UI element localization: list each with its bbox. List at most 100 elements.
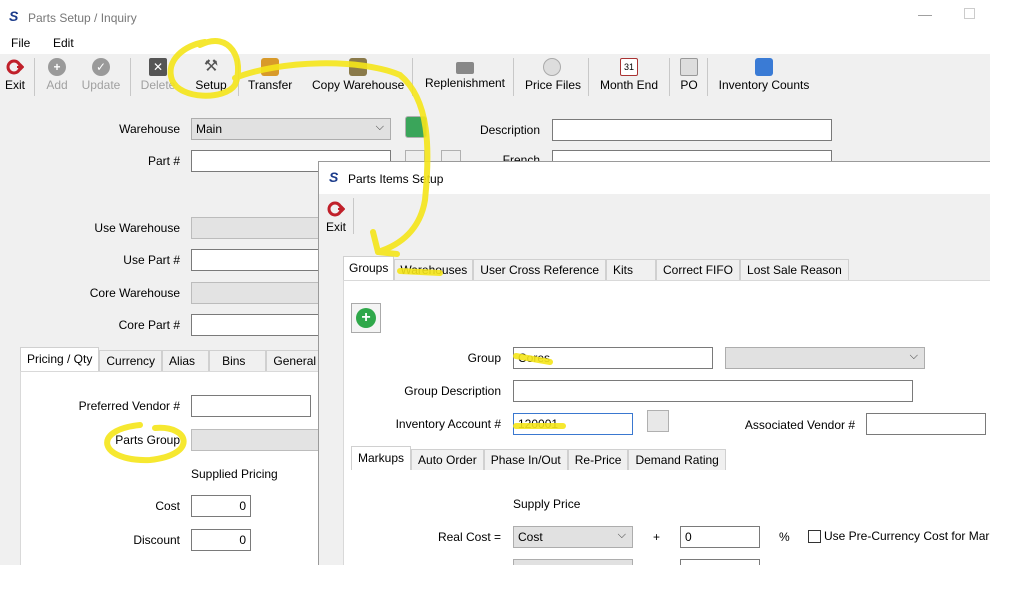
- use-part-input[interactable]: [191, 249, 321, 271]
- preferred-vendor-input[interactable]: [191, 395, 311, 417]
- tab-lost-sale-reason[interactable]: Lost Sale Reason: [740, 259, 849, 280]
- part-label: Part #: [147, 154, 180, 168]
- real-cost-select-2[interactable]: [513, 559, 633, 565]
- transfer-icon: [261, 58, 279, 76]
- supply-price-label: Supply Price: [513, 497, 581, 511]
- menu-bar: File Edit: [0, 34, 990, 54]
- tab-pricing-qty[interactable]: Pricing / Qty: [20, 347, 100, 371]
- markup-input-2[interactable]: [680, 559, 760, 565]
- replenishment-button[interactable]: Replenishment: [424, 58, 506, 90]
- description-label: Description: [479, 123, 540, 137]
- menu-file[interactable]: File: [11, 36, 30, 50]
- description-input[interactable]: [552, 119, 832, 141]
- associated-vendor-label: Associated Vendor #: [744, 418, 855, 432]
- core-warehouse-label: Core Warehouse: [89, 286, 180, 300]
- month-end-label: Month End: [599, 78, 659, 92]
- delete-button[interactable]: ✕ Delete: [140, 58, 176, 92]
- update-button[interactable]: ✓ Update: [80, 58, 122, 92]
- delete-label: Delete: [140, 78, 176, 92]
- tab-correct-fifo[interactable]: Correct FIFO: [656, 259, 741, 280]
- inventory-account-input[interactable]: 120001: [513, 413, 633, 435]
- maximize-icon[interactable]: [964, 8, 975, 19]
- tab-demand-rating[interactable]: Demand Rating: [628, 449, 726, 470]
- core-warehouse-input[interactable]: [191, 282, 321, 304]
- add-group-button[interactable]: +: [351, 303, 381, 333]
- disc-icon: [543, 58, 561, 76]
- po-button[interactable]: PO: [679, 58, 699, 92]
- minimize-icon[interactable]: —: [918, 6, 932, 22]
- group-description-input[interactable]: [513, 380, 913, 402]
- chevron-down-icon: ⌵: [909, 350, 918, 362]
- associated-vendor-input[interactable]: [866, 413, 986, 435]
- exit-icon: [6, 59, 24, 75]
- tab-warehouses[interactable]: Warehouses: [394, 259, 474, 280]
- group-select[interactable]: ⌵: [725, 347, 925, 369]
- tab-auto-order[interactable]: Auto Order: [411, 449, 484, 470]
- warehouse-select[interactable]: Main ⌵: [191, 118, 391, 140]
- group-description-label: Group Description: [404, 384, 501, 398]
- core-part-input[interactable]: [191, 314, 321, 336]
- use-warehouse-label: Use Warehouse: [94, 221, 180, 235]
- truck-icon: [456, 62, 474, 74]
- chevron-down-icon: ⌵: [375, 121, 384, 133]
- tab-markups[interactable]: Markups: [351, 446, 412, 470]
- update-label: Update: [81, 78, 121, 92]
- warehouse-label: Warehouse: [119, 122, 180, 136]
- markup-input[interactable]: 0: [680, 526, 760, 548]
- search-icon[interactable]: [647, 410, 669, 432]
- add-icon: +: [48, 58, 66, 76]
- menu-edit[interactable]: Edit: [53, 36, 74, 50]
- parts-group-select[interactable]: [191, 429, 321, 451]
- parts-group-label: Parts Group: [115, 433, 180, 447]
- inventory-counts-button[interactable]: Inventory Counts: [718, 58, 810, 92]
- transfer-button[interactable]: Transfer: [248, 58, 292, 92]
- tab-currency[interactable]: Currency: [99, 350, 163, 371]
- tab-kits[interactable]: Kits: [606, 259, 657, 280]
- setup-button[interactable]: ⚒ Setup: [194, 58, 228, 92]
- tab-alias[interactable]: Alias: [162, 350, 210, 371]
- window-title: Parts Setup / Inquiry: [28, 11, 137, 25]
- copy-warehouse-label: Copy Warehouse: [312, 78, 405, 92]
- plus-sign: +: [653, 530, 661, 544]
- child-exit-button[interactable]: Exit: [325, 200, 347, 234]
- copy-warehouse-button[interactable]: Copy Warehouse: [312, 58, 404, 92]
- exit-button[interactable]: Exit: [4, 58, 26, 92]
- tab-user-cross-reference[interactable]: User Cross Reference: [473, 259, 606, 280]
- po-icon: [680, 58, 698, 76]
- tools-icon: ⚒: [203, 58, 219, 75]
- use-warehouse-input[interactable]: [191, 217, 321, 239]
- inventory-counts-label: Inventory Counts: [718, 78, 810, 92]
- parts-setup-window: S Parts Setup / Inquiry — File Edit Exit…: [0, 0, 990, 565]
- replenishment-label: Replenishment: [424, 76, 506, 90]
- child-title-bar: S Parts Items Setup: [319, 162, 990, 194]
- inventory-account-label: Inventory Account #: [395, 417, 501, 431]
- tab-re-price[interactable]: Re-Price: [567, 449, 629, 470]
- add-label: Add: [46, 78, 68, 92]
- precurrency-label: Use Pre-Currency Cost for Mark: [824, 529, 990, 543]
- tab-general[interactable]: General: [266, 350, 324, 371]
- preferred-vendor-label: Preferred Vendor #: [78, 399, 180, 413]
- child-tabs: Groups Warehouses User Cross Reference K…: [343, 256, 849, 280]
- cost-input[interactable]: 0: [191, 495, 251, 517]
- child-window-title: Parts Items Setup: [348, 172, 444, 186]
- discount-input[interactable]: 0: [191, 529, 251, 551]
- main-tabs: Pricing / Qty Currency Alias Bins Genera…: [20, 347, 346, 371]
- price-files-label: Price Files: [525, 78, 582, 92]
- month-end-button[interactable]: 31 Month End: [599, 58, 659, 92]
- add-button[interactable]: + Add: [44, 58, 70, 92]
- app-logo-icon: S: [329, 169, 339, 185]
- warehouse-value: Main: [196, 122, 223, 136]
- setup-label: Setup: [195, 78, 227, 92]
- tab-phase-in-out[interactable]: Phase In/Out: [483, 449, 568, 470]
- group-input[interactable]: Cores: [513, 347, 713, 369]
- group-label: Group: [467, 351, 501, 365]
- title-bar: S Parts Setup / Inquiry —: [0, 0, 990, 34]
- real-cost-select[interactable]: Cost ⌵: [513, 526, 633, 548]
- parts-items-setup-window: S Parts Items Setup Exit Groups Warehous…: [318, 161, 990, 565]
- refresh-icon[interactable]: [405, 116, 427, 138]
- tab-groups[interactable]: Groups: [343, 256, 395, 280]
- exit-label: Exit: [4, 78, 25, 92]
- price-files-button[interactable]: Price Files: [525, 58, 582, 92]
- tab-bins[interactable]: Bins: [209, 350, 267, 371]
- precurrency-checkbox[interactable]: [808, 530, 821, 543]
